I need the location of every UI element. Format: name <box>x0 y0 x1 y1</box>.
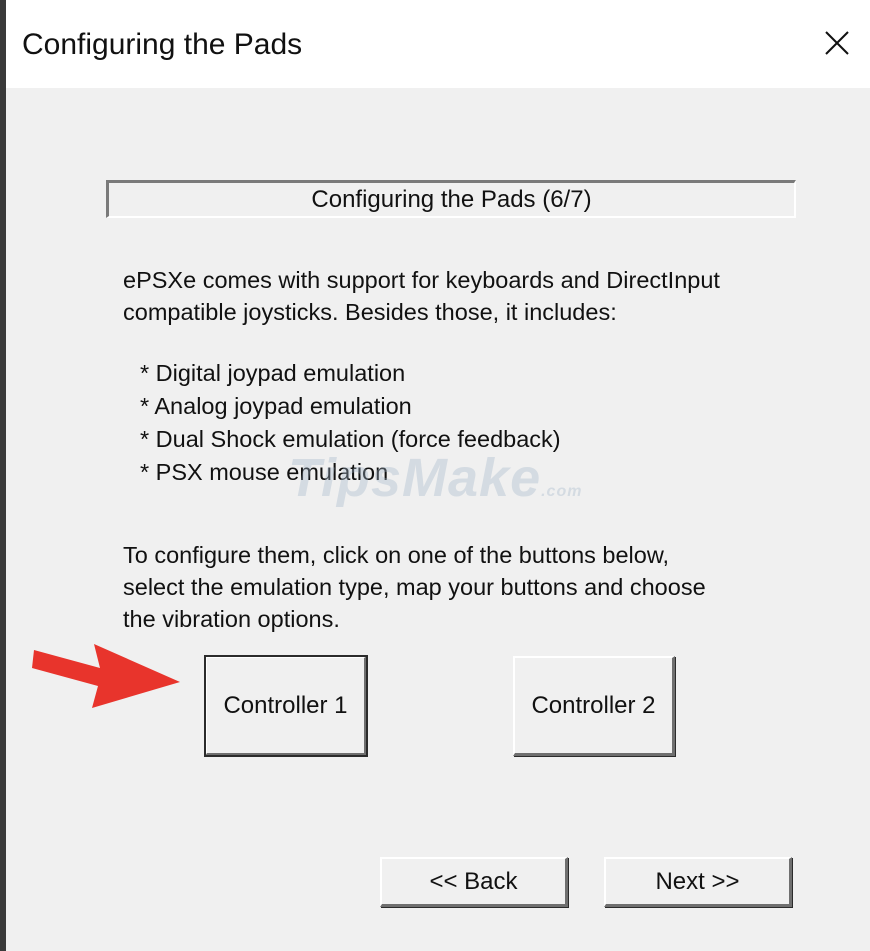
close-button[interactable] <box>814 18 860 68</box>
instructions-line-3: the vibration options. <box>123 606 340 632</box>
step-banner-text: Configuring the Pads (6/7) <box>311 185 592 213</box>
back-button[interactable]: << Back <box>380 857 568 907</box>
instructions-paragraph: To configure them, click on one of the b… <box>123 539 803 635</box>
controller-2-label: Controller 2 <box>531 691 656 719</box>
controller-2-button[interactable]: Controller 2 <box>513 656 675 756</box>
next-label: Next >> <box>655 867 740 895</box>
title-bar[interactable]: Configuring the Pads <box>6 0 870 88</box>
watermark-logo: TipsMake.com <box>288 448 583 508</box>
intro-line-2: compatible joysticks. Besides those, it … <box>123 299 617 325</box>
close-icon <box>825 31 849 55</box>
instructions-line-1: To configure them, click on one of the b… <box>123 542 670 568</box>
intro-paragraph: ePSXe comes with support for keyboards a… <box>123 264 803 328</box>
feature-item: * Analog joypad emulation <box>140 393 412 419</box>
back-label: << Back <box>429 867 518 895</box>
controller-1-label: Controller 1 <box>223 691 348 719</box>
instructions-line-2: select the emulation type, map your butt… <box>123 574 706 600</box>
step-banner: Configuring the Pads (6/7) <box>106 180 796 218</box>
intro-line-1: ePSXe comes with support for keyboards a… <box>123 267 720 293</box>
red-arrow-icon <box>32 644 180 708</box>
dialog-window: Configuring the Pads Configuring the Pad… <box>0 0 870 951</box>
next-button[interactable]: Next >> <box>604 857 792 907</box>
controller-1-button[interactable]: Controller 1 <box>204 655 368 757</box>
feature-item: * Digital joypad emulation <box>140 360 406 386</box>
window-left-edge <box>0 0 6 951</box>
window-title: Configuring the Pads <box>22 28 303 61</box>
